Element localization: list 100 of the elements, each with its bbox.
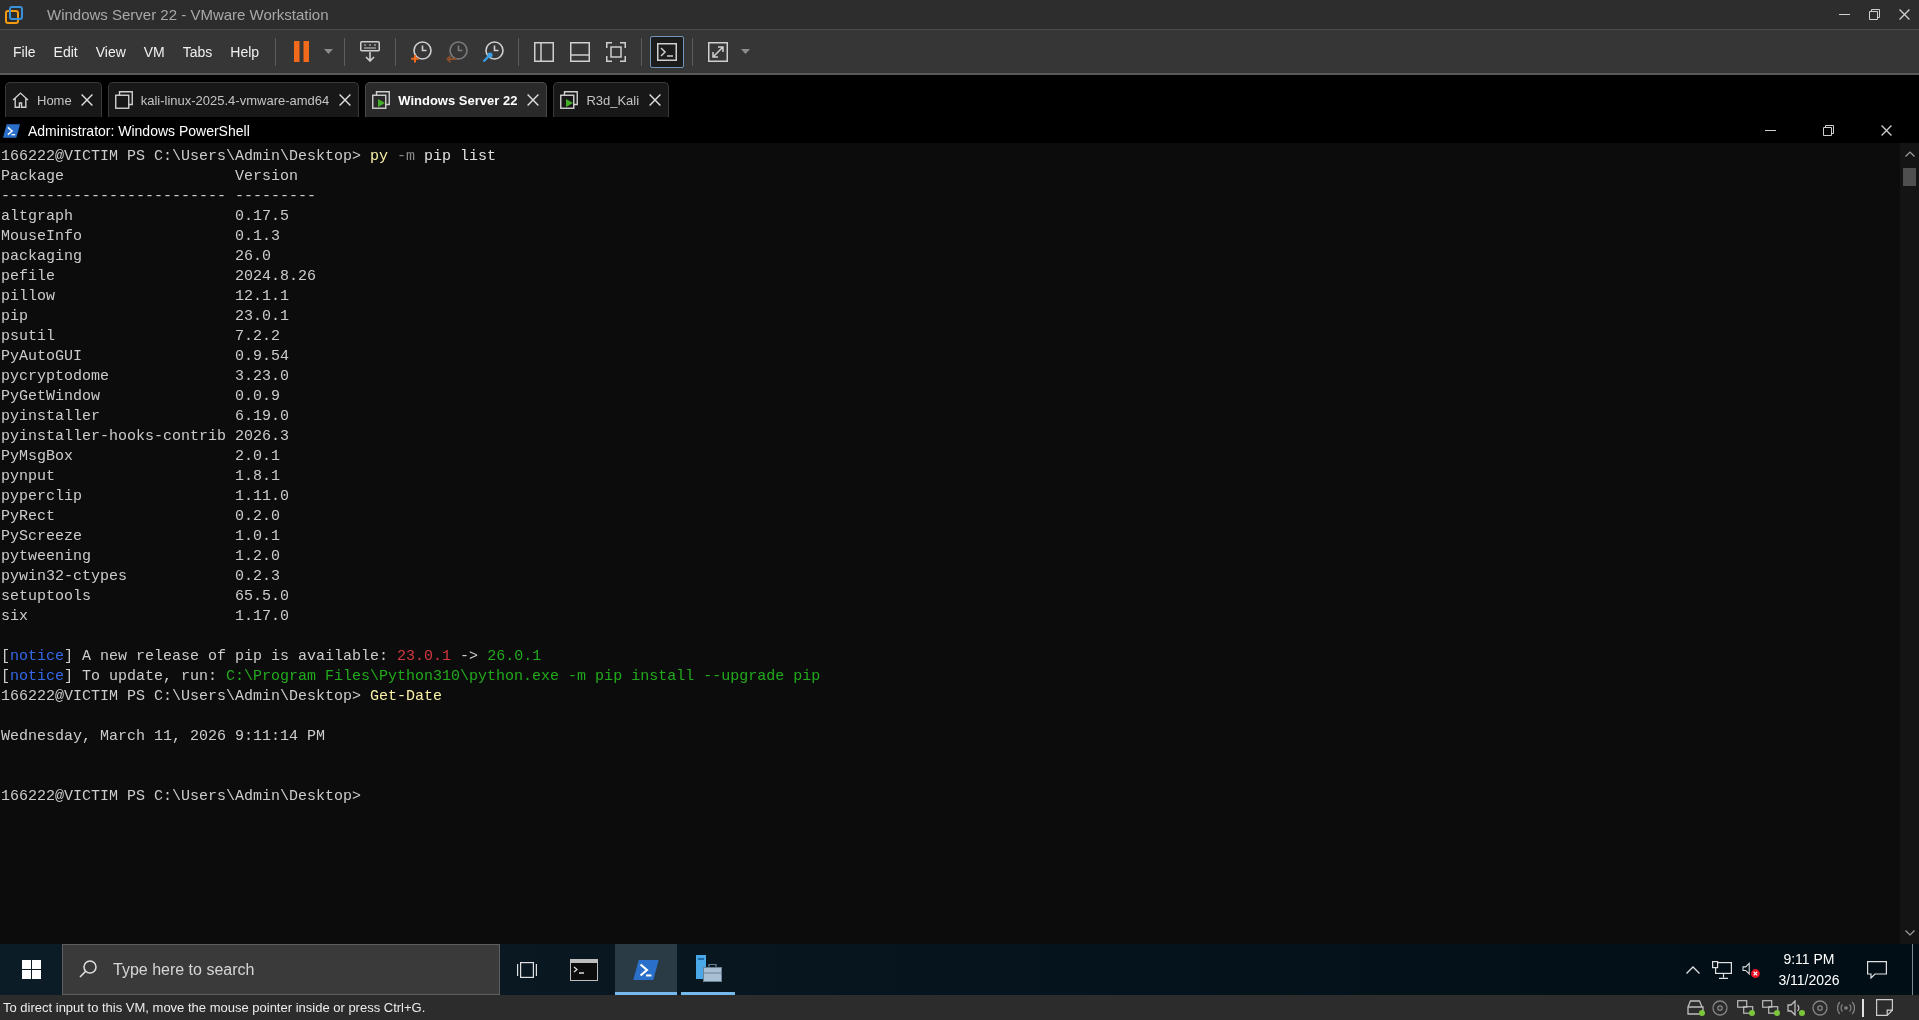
window-title: Administrator: Windows PowerShell <box>28 122 250 139</box>
fullscreen-icon <box>606 41 627 62</box>
package-version: 0.2.3 <box>235 567 281 587</box>
package-name: PyRect <box>1 507 55 527</box>
tab[interactable]: kali-linux-2025.4-vmware-amd64 <box>107 82 360 117</box>
close-tab-button[interactable] <box>80 93 94 107</box>
terminal-line: Wednesday, March 11, 2026 9:11:14 PM <box>1 727 326 747</box>
menu-item[interactable]: VM <box>134 36 174 67</box>
minimize-icon <box>1838 14 1850 15</box>
package-version: 1.8.1 <box>235 467 281 487</box>
clock-wrench-icon <box>482 40 505 63</box>
column-header: Version <box>235 167 299 187</box>
chevron-up-icon <box>1686 965 1700 974</box>
package-version: 0.2.0 <box>235 507 281 527</box>
message-icon <box>1867 960 1887 979</box>
package-version: 26.0 <box>235 247 272 267</box>
restore-icon <box>1822 125 1834 136</box>
terminal-line: [notice] A new release of pip is available: 23.0.1 -> 26.0.1 <box>1 647 542 667</box>
package-name: pip <box>1 307 28 327</box>
package-name: altgraph <box>1 207 73 227</box>
bottom-panel-icon <box>570 41 591 62</box>
package-name: PyGetWindow <box>1 387 101 407</box>
close-icon <box>1880 125 1892 136</box>
sidebar-layout-icon <box>534 41 555 62</box>
package-name: PyAutoGUI <box>1 347 82 367</box>
status-message: To direct input to this VM, move the mouse pointer inside or press Ctrl+G. <box>3 1000 426 1015</box>
menu-item[interactable]: Edit <box>44 36 87 67</box>
tab[interactable]: R3d_Kali <box>553 82 670 117</box>
terminal-icon <box>657 42 678 61</box>
package-name: pyinstaller <box>1 407 101 427</box>
package-version: 1.0.1 <box>235 527 281 547</box>
tab[interactable]: Home <box>5 82 102 117</box>
menu-item[interactable]: Tabs <box>173 36 222 67</box>
terminal-line: 166222@VICTIM PS C:\Users\Admin\Desktop> py -m pip list <box>1 147 497 167</box>
header-underline: --------- <box>235 187 317 207</box>
search-icon <box>79 960 97 978</box>
package-name: PyMsgBox <box>1 447 73 467</box>
scrollbar[interactable] <box>1900 143 1919 944</box>
powershell-icon <box>3 123 20 138</box>
chevron-up-icon <box>1904 151 1915 157</box>
speaker-error-icon <box>1742 961 1760 978</box>
expand-icon <box>708 41 729 62</box>
windows-logo-icon <box>21 960 41 979</box>
package-version: 0.9.54 <box>235 347 290 367</box>
package-version: 0.17.5 <box>235 207 290 227</box>
minimize-icon <box>1764 130 1776 131</box>
header-underline: ------------------------- <box>1 187 227 207</box>
package-name: pillow <box>1 287 55 307</box>
package-name: pywin32-ctypes <box>1 567 128 587</box>
server-toolbox-icon <box>694 954 722 985</box>
package-version: 2026.3 <box>235 427 290 447</box>
keyboard-arrow-icon <box>360 41 381 62</box>
close-icon <box>81 94 94 106</box>
package-version: 3.23.0 <box>235 367 290 387</box>
menu-item[interactable]: View <box>86 36 135 67</box>
pause-icon <box>293 41 309 62</box>
scrollbar-thumb[interactable] <box>1903 168 1916 186</box>
package-version: 6.19.0 <box>235 407 290 427</box>
package-version: 0.0.9 <box>235 387 281 407</box>
package-version: 23.0.1 <box>235 307 290 327</box>
menu-item[interactable]: Help <box>221 36 269 67</box>
menu-item[interactable]: File <box>4 36 45 67</box>
search-field[interactable]: Type here to search <box>62 944 500 995</box>
prompt-chevron-icon <box>633 959 659 980</box>
package-name: psutil <box>1 327 55 347</box>
package-version: 1.11.0 <box>235 487 290 507</box>
column-header: Package <box>1 167 64 187</box>
package-name: setuptools <box>1 587 91 607</box>
chevron-down-icon <box>1904 930 1915 936</box>
close-tab-button[interactable] <box>648 93 662 107</box>
close-tab-button[interactable] <box>526 93 540 107</box>
terminal-line: 166222@VICTIM PS C:\Users\Admin\Desktop> Get-Date <box>1 687 443 707</box>
powershell-taskbar-button[interactable] <box>615 944 677 995</box>
note-icon <box>1876 999 1893 1016</box>
clock-plus-icon <box>410 40 433 63</box>
package-version: 1.17.0 <box>235 607 290 627</box>
package-name: pynput <box>1 467 55 487</box>
caret-icon <box>323 49 333 54</box>
restore-icon <box>1868 9 1880 20</box>
caret-icon <box>740 49 750 54</box>
package-name: MouseInfo <box>1 227 82 247</box>
package-name: pycryptodome <box>1 367 110 387</box>
package-name: six <box>1 607 28 627</box>
close-icon <box>526 94 539 106</box>
console-view-button[interactable] <box>650 35 685 68</box>
close-tab-button[interactable] <box>338 93 352 107</box>
close-icon <box>338 94 351 106</box>
package-name: pefile <box>1 267 55 287</box>
package-version: 65.5.0 <box>235 587 290 607</box>
clock-button[interactable]: 9:11 PM 3/11/2026 <box>1765 944 1853 995</box>
terminal-line: 166222@VICTIM PS C:\Users\Admin\Desktop> <box>1 787 362 807</box>
tab[interactable]: Windows Server 22 <box>365 82 548 117</box>
terminal-line: [notice] To update, run: C:\Program Files\Python310\python.exe -m pip install --upgrade pip <box>1 667 821 687</box>
close-icon <box>1898 9 1910 20</box>
window-title: Windows Server 22 - VMware Workstation <box>47 6 329 23</box>
package-version: 2.0.1 <box>235 447 281 467</box>
package-version: 7.2.2 <box>235 327 281 347</box>
package-name: packaging <box>1 247 82 267</box>
package-name: pytweening <box>1 547 91 567</box>
package-version: 0.1.3 <box>235 227 281 247</box>
